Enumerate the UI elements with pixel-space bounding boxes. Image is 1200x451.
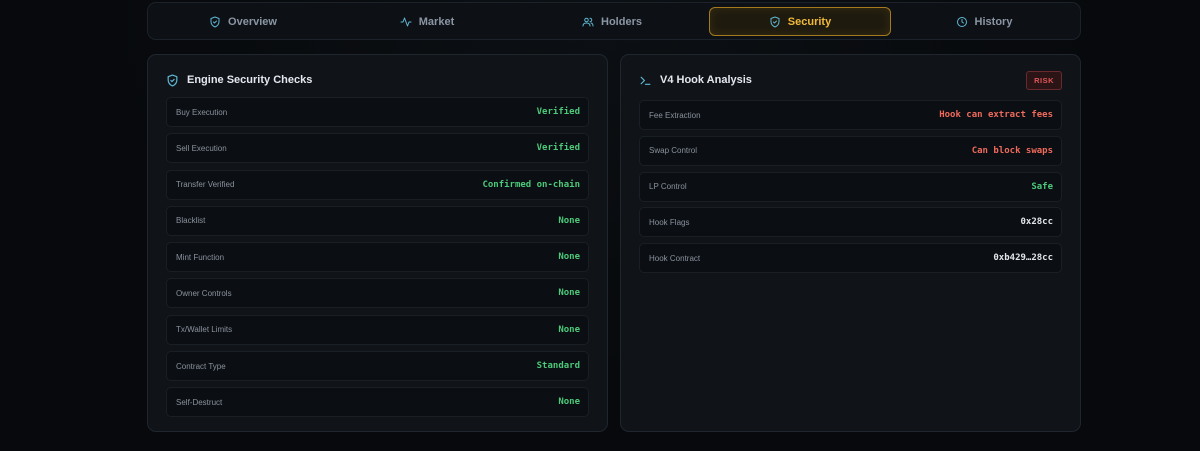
check-row-contract-type: Contract Type Standard [166,351,589,382]
check-label: Transfer Verified [176,180,235,190]
check-label: Contract Type [176,361,226,371]
hook-value: Hook can extract fees [939,110,1053,120]
tab-history-label: History [974,15,1013,28]
tab-market[interactable]: Market [336,7,518,36]
check-row-mint-function: Mint Function None [166,242,589,273]
users-icon [582,17,594,26]
hook-label: Swap Control [649,146,698,156]
hook-label: Hook Flags [649,217,690,227]
hook-label: LP Control [649,182,687,192]
check-value: None [558,324,580,335]
hook-row-lp-control: LP Control Safe [639,171,1062,202]
engine-security-panel: Engine Security Checks Buy Execution Ver… [147,54,608,432]
shield-icon [210,16,220,27]
tab-bar: Overview Market Holders Security History [147,2,1081,40]
tab-market-label: Market [418,15,455,28]
hook-value: 0x28cc [1020,217,1053,228]
check-value: Confirmed on-chain [482,179,580,190]
check-label: Mint Function [176,252,225,262]
engine-security-header: Engine Security Checks [166,72,589,88]
check-value: Verified [536,107,580,117]
terminal-icon [640,76,651,85]
check-row-buy-execution: Buy Execution Verified [166,97,589,127]
hook-analysis-panel: V4 Hook Analysis RISK Fee Extraction Hoo… [620,54,1081,432]
tab-overview-label: Overview [228,15,277,28]
tab-overview[interactable]: Overview [152,7,336,36]
check-label: Buy Execution [176,107,228,117]
tab-security-label: Security [787,15,832,28]
panel-title: V4 Hook Analysis [660,74,752,86]
shield-icon [770,16,780,27]
hook-analysis-list: Fee Extraction Hook can extract fees Swa… [639,100,1062,279]
panel-title: Engine Security Checks [187,74,313,86]
check-value: Standard [536,361,580,372]
check-label: Owner Controls [176,288,232,298]
check-row-self-destruct: Self-Destruct None [166,387,589,418]
check-row-owner-controls: Owner Controls None [166,278,589,309]
hook-analysis-header: V4 Hook Analysis RISK [639,71,1062,90]
tab-security[interactable]: Security [709,7,891,36]
hook-row-fee-extraction: Fee Extraction Hook can extract fees [639,100,1062,130]
check-label: Self-Destruct [176,397,223,407]
check-value: None [558,215,580,226]
check-label: Tx/Wallet Limits [176,325,233,335]
hook-value: Can block swaps [971,145,1053,156]
check-label: Blacklist [176,216,206,226]
hook-contract-address[interactable]: 0xb429…28cc [993,253,1053,263]
hook-row-hook-flags: Hook Flags 0x28cc [639,207,1062,238]
hook-value: Safe [1031,181,1053,192]
check-row-sell-execution: Sell Execution Verified [166,133,589,164]
check-value: None [558,397,580,408]
check-row-blacklist: Blacklist None [166,205,589,236]
tab-holders-label: Holders [601,15,642,28]
hook-row-swap-control: Swap Control Can block swaps [639,135,1062,166]
check-row-transfer-verified: Transfer Verified Confirmed on-chain [166,169,589,200]
engine-checks-list: Buy Execution Verified Sell Execution Ve… [166,97,589,424]
activity-icon [400,17,412,26]
check-label: Sell Execution [176,143,227,153]
shield-check-icon [167,73,178,87]
check-value: Verified [536,143,580,154]
risk-badge: RISK [1026,71,1062,90]
hook-row-hook-contract: Hook Contract 0xb429…28cc [639,243,1062,274]
check-value: None [558,252,580,263]
check-value: None [558,288,580,299]
check-row-tx-wallet-limits: Tx/Wallet Limits None [166,314,589,345]
tab-holders[interactable]: Holders [521,7,703,36]
tab-history[interactable]: History [893,7,1075,36]
hook-label: Hook Contract [649,253,701,263]
hook-label: Fee Extraction [649,110,701,120]
clock-icon [956,16,967,27]
